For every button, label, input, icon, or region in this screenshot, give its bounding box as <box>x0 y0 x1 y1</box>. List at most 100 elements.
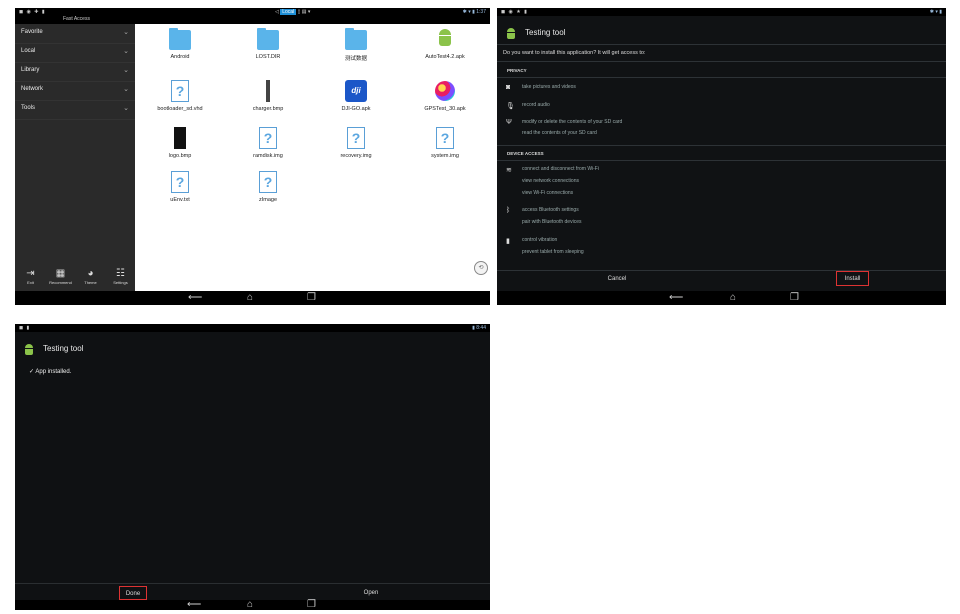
status-right-icons: ▮ 8:44 <box>472 325 486 331</box>
recents-icon[interactable]: ❐ <box>307 600 316 610</box>
recents-icon[interactable]: ❐ <box>790 293 799 303</box>
done-button[interactable]: Done <box>119 586 147 600</box>
sidebar-item-favorite[interactable]: Favorite ⌄ <box>15 24 135 44</box>
file-item[interactable]: ? zImage <box>228 171 308 203</box>
file-item[interactable]: ? system.img <box>405 127 485 159</box>
bluetooth-icon: ᛒ <box>506 207 511 214</box>
tool-label: Theme <box>84 280 97 285</box>
file-name: system.img <box>431 153 459 159</box>
sidebar-item-library[interactable]: Library ⌄ <box>15 62 135 82</box>
sidebar-header-label: Fast Access <box>63 16 90 22</box>
sidebar-item-label: Local <box>21 48 36 54</box>
status-right-icons: ✱ ▾ ▮ 1:37 <box>462 9 486 15</box>
file-name: DJI-GO.apk <box>341 106 371 112</box>
permission-text: access Bluetooth settings <box>522 207 579 213</box>
file-item[interactable]: dji DJI-GO.apk <box>316 80 396 112</box>
folder-icon <box>169 28 191 50</box>
permission-text: modify or delete the contents of your SD… <box>522 119 623 125</box>
theme-icon: ◕ <box>87 268 94 279</box>
tool-theme[interactable]: ◕ Theme <box>78 268 103 286</box>
home-icon[interactable]: ⌂ <box>247 600 253 610</box>
file-name: uEnv.txt <box>170 197 190 203</box>
file-name: recovery.img <box>340 153 372 159</box>
image-file-icon <box>257 80 279 102</box>
recents-icon[interactable]: ❐ <box>307 293 316 303</box>
sidebar-item-local[interactable]: Local ⌄ <box>15 43 135 63</box>
chevron-down-icon: ⌄ <box>123 105 129 112</box>
unknown-file-icon: ? <box>169 171 191 193</box>
path-actions[interactable]: ▯ ▤ ▾ <box>298 9 311 15</box>
file-name: ramdisk.img <box>253 153 283 159</box>
tool-exit[interactable]: ⇥ Exit <box>18 268 43 286</box>
home-icon[interactable]: ⌂ <box>730 293 736 303</box>
microphone-icon: 🎙 <box>506 103 515 110</box>
open-button[interactable]: Open <box>341 586 401 600</box>
file-item[interactable]: ? uEnv.txt <box>140 171 220 203</box>
section-privacy: PRIVACY <box>507 68 527 73</box>
navigation-bar: ⟵ ⌂ ❐ <box>497 291 946 305</box>
file-name: logo.bmp <box>168 153 192 159</box>
back-icon[interactable]: ⟵ <box>669 293 683 303</box>
grid-icon: ▦ <box>55 268 66 279</box>
chevron-down-icon: ⌄ <box>123 29 129 36</box>
status-bar: ◼ ▮ ▮ 8:44 <box>15 324 490 332</box>
path-chip-local[interactable]: Local <box>280 9 297 15</box>
folder-icon <box>345 28 367 50</box>
sidebar-item-label: Tools <box>21 105 36 111</box>
tool-label: Settings <box>113 280 128 285</box>
divider <box>497 44 946 45</box>
sidebar-header: Fast Access <box>15 16 135 24</box>
tool-label: Recommend <box>49 280 72 285</box>
floating-action-button[interactable]: ⟲ <box>474 261 488 275</box>
file-item[interactable]: ? ramdisk.img <box>228 127 308 159</box>
installed-message: ✓ App installed. <box>29 369 72 375</box>
file-item[interactable]: GPSTest_30.apk <box>405 80 485 112</box>
path-bar[interactable]: ◁ Local ▯ ▤ ▾ <box>275 8 310 16</box>
installed-screen: ◼ ▮ ▮ 8:44 Testing tool ✓ App installed.… <box>15 324 490 610</box>
permission-text: prevent tablet from sleeping <box>522 249 584 255</box>
permission-text: connect and disconnect from Wi-Fi <box>522 166 599 172</box>
home-icon[interactable]: ⌂ <box>247 293 253 303</box>
file-name: 测试数据 <box>344 56 367 62</box>
file-item[interactable]: ? recovery.img <box>316 127 396 159</box>
cancel-button[interactable]: Cancel <box>497 270 737 288</box>
vibrate-icon: ▮ <box>506 238 510 245</box>
tool-label: Exit <box>27 280 34 285</box>
back-icon[interactable]: ◁ <box>275 9 279 15</box>
file-item[interactable]: logo.bmp <box>140 127 220 159</box>
sidebar-item-tools[interactable]: Tools ⌄ <box>15 100 135 120</box>
chevron-down-icon: ⌄ <box>123 48 129 55</box>
tool-settings[interactable]: ☷ Settings <box>108 268 133 286</box>
file-item[interactable]: LOST.DIR <box>228 28 308 60</box>
file-name: zImage <box>258 197 278 203</box>
file-item[interactable]: ? bootloader_sd.vhd <box>140 80 220 112</box>
exit-icon: ⇥ <box>26 268 35 279</box>
camera-icon: ◙ <box>506 84 511 91</box>
unknown-file-icon: ? <box>345 127 367 149</box>
android-icon <box>434 28 456 50</box>
sidebar-item-label: Network <box>21 86 44 92</box>
back-icon[interactable]: ⟵ <box>188 293 202 303</box>
back-icon[interactable]: ⟵ <box>187 600 201 610</box>
file-manager-screen: ◼ ◉ ✚ ▮ ✱ ▾ ▮ 1:37 ◁ Local ▯ ▤ ▾ Fast Ac… <box>15 8 490 305</box>
section-device-access: DEVICE ACCESS <box>507 151 544 156</box>
install-button[interactable]: Install <box>836 271 869 286</box>
sidebar: Fast Access Favorite ⌄ Local ⌄ Library ⌄… <box>15 16 135 291</box>
settings-icon: ☷ <box>116 268 125 279</box>
sidebar-item-network[interactable]: Network ⌄ <box>15 81 135 101</box>
usb-icon: Ψ <box>506 119 512 126</box>
file-item[interactable]: Android <box>140 28 220 60</box>
file-item[interactable]: AutoTest4.2.apk <box>405 28 485 60</box>
unknown-file-icon: ? <box>434 127 456 149</box>
dji-app-icon: dji <box>345 80 367 102</box>
tool-recommend[interactable]: ▦ Recommend <box>48 268 73 286</box>
folder-icon <box>257 28 279 50</box>
installer-screen: ◼ ◉ ★ ▮ ✱ ▾ ▮ Testing tool Do you want t… <box>497 8 946 305</box>
install-question: Do you want to install this application?… <box>503 50 646 56</box>
file-item[interactable]: charger.bmp <box>228 80 308 112</box>
file-item[interactable]: 测试数据 <box>316 28 396 62</box>
file-name: Android <box>170 54 190 60</box>
permission-text: pair with Bluetooth devices <box>522 219 582 225</box>
unknown-file-icon: ? <box>257 127 279 149</box>
android-icon <box>23 344 35 356</box>
